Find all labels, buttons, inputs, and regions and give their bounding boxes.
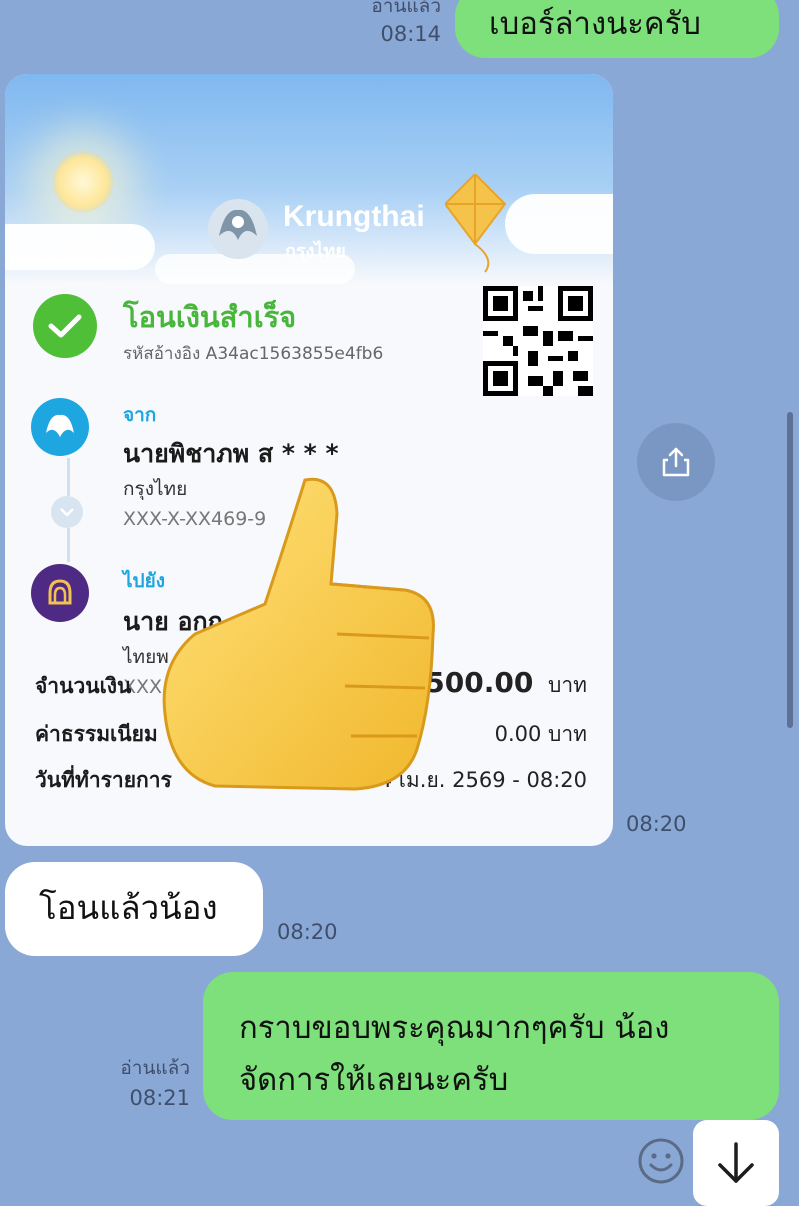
read-label: อ่านแล้ว [120, 1057, 190, 1079]
share-icon [662, 447, 690, 477]
brand-name-th: กรุงไทย [285, 241, 346, 262]
transfer-status: โอนเงินสำเร็จ [123, 300, 297, 334]
arrow-down-icon [718, 1142, 754, 1183]
sun-graphic [53, 152, 113, 212]
message-text: โอนแล้วน้อง [39, 888, 218, 927]
message-time: 08:21 [129, 1086, 190, 1110]
fee-label: ค่าธรรมเนียม [35, 722, 158, 746]
scroll-down-button[interactable] [693, 1120, 779, 1206]
krungthai-logo: Krungthai กรุงไทย [205, 196, 425, 266]
success-check-icon [33, 294, 97, 358]
cloud-graphic [5, 224, 155, 270]
from-label: จาก [123, 404, 157, 426]
chat-view: อ่านแล้ว 08:14 เบอร์ล่างนะครับ Krungthai… [0, 0, 799, 1206]
connector-line [67, 528, 70, 562]
from-bank-avatar [31, 398, 89, 456]
message-time: 08:14 [380, 22, 441, 46]
sender-name: นายพิชาภพ ส * * * [123, 439, 339, 468]
message-line-2: จัดการให้เลยนะครับ [239, 1062, 509, 1098]
scrollbar[interactable] [787, 412, 793, 728]
share-button[interactable] [637, 423, 715, 501]
read-receipt-bottom: อ่านแล้ว 08:21 [100, 1056, 190, 1110]
connector-line [67, 458, 70, 496]
scb-emblem-icon [48, 579, 72, 605]
fee-value: 0.00 บาท [494, 722, 587, 746]
date-label: วันที่ทำรายการ [35, 768, 172, 792]
message-time: 08:20 [277, 920, 338, 944]
transfer-slip-image[interactable]: Krungthai กรุงไทย โอนเงินสำเร็จ รหัสอ้าง… [5, 74, 613, 846]
brand-name-en: Krungthai [283, 200, 425, 233]
read-label: อ่านแล้ว [371, 0, 441, 17]
smiley-icon[interactable] [636, 1136, 686, 1186]
message-line-1: กราบขอบพระคุณมากๆครับ น้อง [239, 1010, 670, 1046]
currency-label: บาท [548, 673, 587, 697]
slip-time: 08:20 [626, 812, 687, 836]
krungthai-emblem-icon [208, 199, 268, 259]
outgoing-message-bottom[interactable]: กราบขอบพระคุณมากๆครับ น้อง จัดการให้เลยน… [203, 972, 779, 1120]
incoming-message[interactable]: โอนแล้วน้อง [5, 862, 263, 956]
to-bank-avatar [31, 564, 89, 622]
outgoing-message-top[interactable]: เบอร์ล่างนะครับ [455, 0, 779, 58]
amount-label: จำนวนเงิน [35, 674, 132, 698]
chevron-down-icon [51, 496, 83, 528]
krungthai-emblem-icon [46, 414, 74, 437]
thumbs-up-sticker-icon [162, 477, 435, 791]
reference-code: รหัสอ้างอิง A34ac1563855e4fb6 [123, 344, 384, 364]
qr-code-icon [483, 286, 593, 396]
read-receipt-top: อ่านแล้ว 08:14 [355, 0, 441, 46]
message-text: เบอร์ล่างนะครับ [489, 6, 701, 42]
kite-icon [445, 174, 507, 273]
